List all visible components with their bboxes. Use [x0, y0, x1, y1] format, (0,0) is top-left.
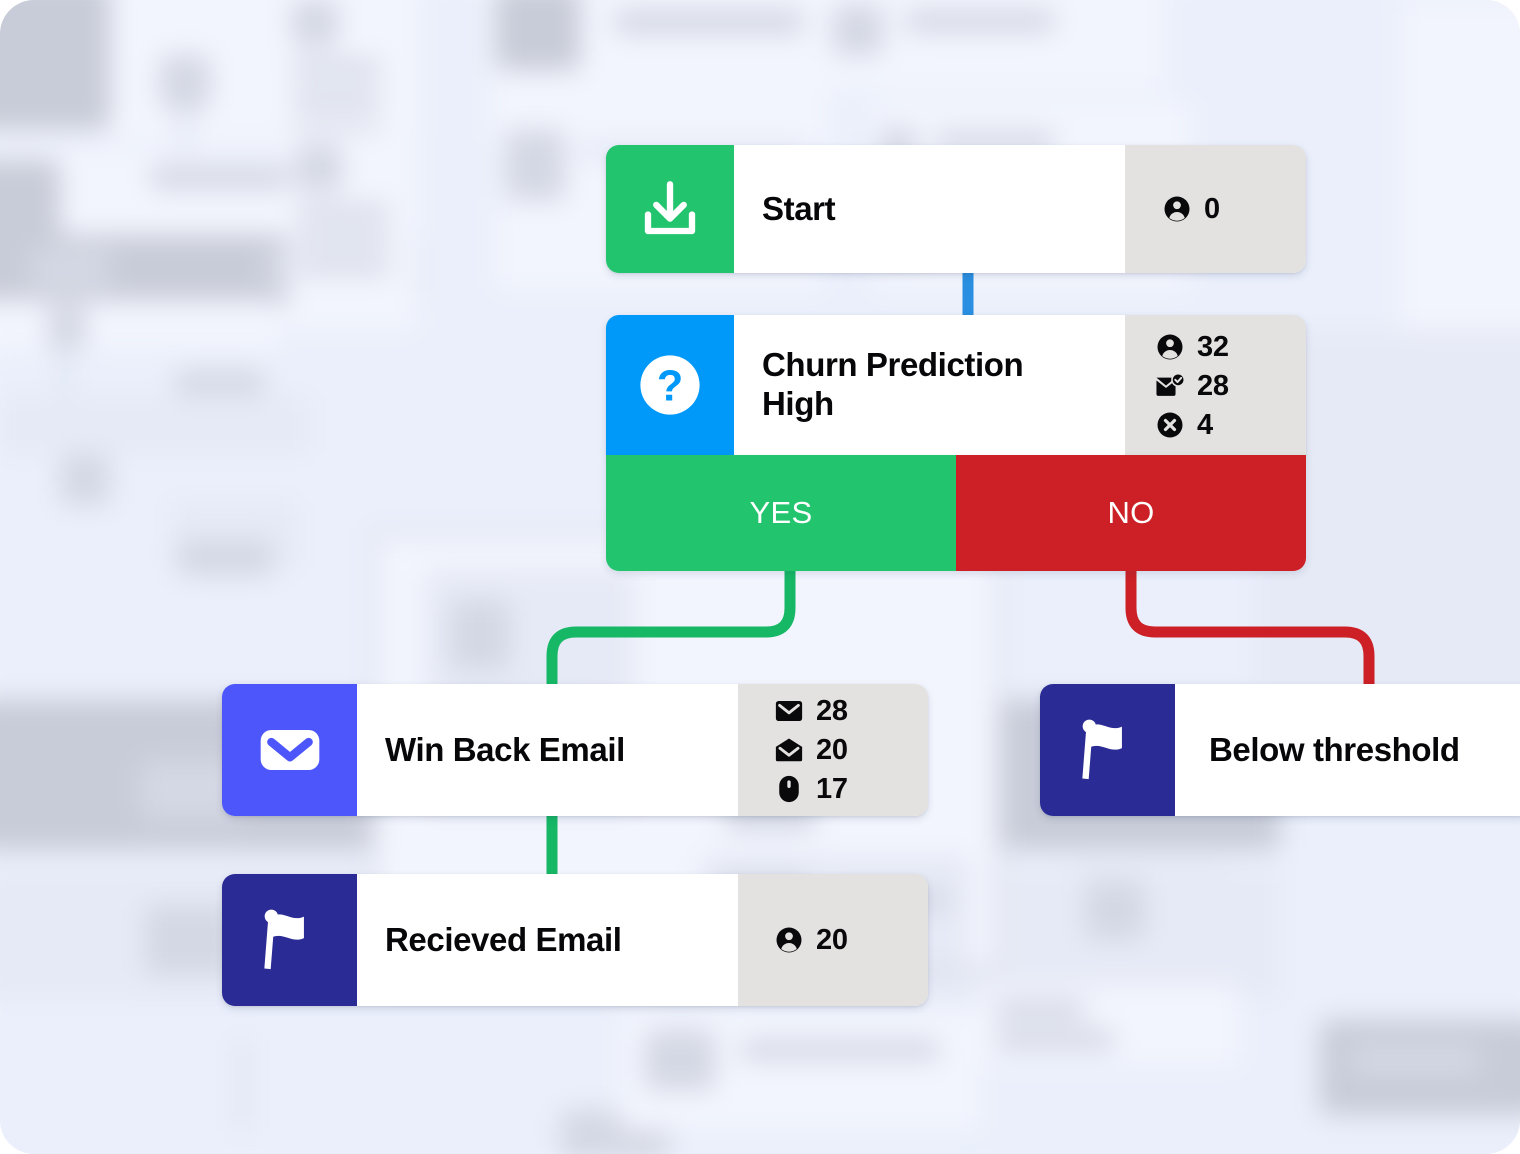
x-circle-icon — [1154, 410, 1186, 440]
envelope-closed-icon — [773, 698, 805, 724]
node-received-title: Recieved Email — [385, 920, 622, 958]
node-start-title: Start — [762, 189, 836, 227]
node-start-stats: 0 — [1125, 145, 1306, 273]
stat-row: 32 — [1154, 328, 1306, 367]
stat-value: 28 — [816, 694, 848, 727]
stat-row: 28 — [773, 692, 928, 731]
node-below-title: Below threshold — [1209, 730, 1460, 768]
flag-icon — [1040, 684, 1175, 816]
branch-strip: YES NO — [606, 455, 1306, 571]
node-churn-body: Churn Prediction High — [734, 315, 1125, 455]
node-start-body: Start — [734, 145, 1125, 273]
stat-row: 0 — [1161, 190, 1306, 229]
node-received-stats: 20 — [738, 874, 928, 1006]
node-winback-title: Win Back Email — [385, 730, 625, 768]
mouse-click-icon — [773, 774, 805, 804]
node-below-threshold[interactable]: Below threshold — [1040, 684, 1520, 816]
person-icon — [773, 925, 805, 955]
stat-value: 0 — [1204, 192, 1220, 225]
node-recieved-email[interactable]: Recieved Email 20 — [222, 874, 928, 1006]
node-churn-prediction[interactable]: ? Churn Prediction High 32 28 4 — [606, 315, 1306, 455]
node-below-body: Below threshold — [1175, 684, 1520, 816]
node-winback-body: Win Back Email — [357, 684, 738, 816]
node-start[interactable]: Start 0 — [606, 145, 1306, 273]
svg-text:?: ? — [657, 362, 683, 410]
person-icon — [1161, 194, 1193, 224]
envelope-icon — [222, 684, 357, 816]
stat-value: 17 — [816, 772, 848, 805]
question-mark-icon: ? — [606, 315, 734, 455]
branch-no-label: NO — [1107, 495, 1155, 530]
person-icon — [1154, 332, 1186, 362]
stat-row: 20 — [773, 921, 928, 960]
stat-value: 4 — [1197, 408, 1213, 441]
download-inbox-icon — [606, 145, 734, 273]
node-churn-title: Churn Prediction High — [762, 346, 1024, 422]
branch-yes[interactable]: YES — [606, 455, 956, 571]
node-churn-stats: 32 28 4 — [1125, 315, 1306, 455]
envelope-check-icon — [1154, 371, 1186, 401]
stat-value: 20 — [816, 923, 848, 956]
stat-row: 28 — [1154, 367, 1306, 406]
workflow-canvas[interactable]: Start 0 ? Churn Prediction High 32 28 4 … — [0, 0, 1520, 1154]
branch-yes-label: YES — [749, 495, 813, 530]
stat-row: 17 — [773, 770, 928, 809]
stat-row: 20 — [773, 731, 928, 770]
node-win-back-email[interactable]: Win Back Email 28 20 17 — [222, 684, 928, 816]
node-received-body: Recieved Email — [357, 874, 738, 1006]
stat-row: 4 — [1154, 406, 1306, 445]
flag-icon — [222, 874, 357, 1006]
envelope-open-icon — [773, 737, 805, 763]
stat-value: 32 — [1197, 330, 1229, 363]
stat-value: 28 — [1197, 369, 1229, 402]
stat-value: 20 — [816, 733, 848, 766]
node-winback-stats: 28 20 17 — [738, 684, 928, 816]
branch-no[interactable]: NO — [956, 455, 1306, 571]
